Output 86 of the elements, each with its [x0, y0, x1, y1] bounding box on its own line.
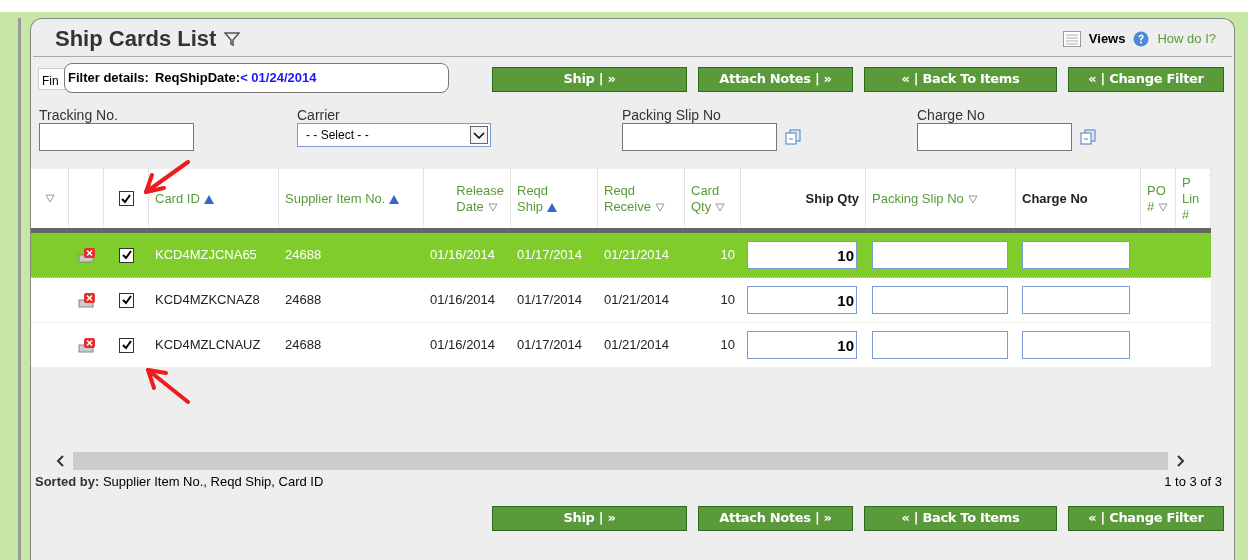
table-cell-text: 01/16/2014 — [430, 291, 496, 310]
ship-qty-field[interactable]: 10 — [747, 241, 857, 269]
action-button[interactable]: « | Back To Items — [864, 505, 1057, 531]
ship-qty-field[interactable]: 10 — [747, 286, 857, 314]
copy-icon[interactable] — [1080, 129, 1096, 145]
sort-descending-icon[interactable] — [654, 202, 665, 212]
filter-triangle-icon[interactable] — [44, 194, 55, 203]
sort-ascending-icon[interactable] — [203, 194, 214, 204]
column-header[interactable]: Release Date — [456, 182, 504, 215]
field-label: Tracking No. — [39, 107, 119, 123]
column-header[interactable]: Packing Slip No — [872, 190, 978, 207]
action-button[interactable]: Ship | » — [492, 505, 687, 531]
column-header[interactable]: Card Qty — [691, 182, 726, 215]
action-button[interactable]: « | Change Filter — [1068, 505, 1224, 531]
table-cell-text: 01/17/2014 — [517, 336, 583, 355]
sorted-by-text: Sorted by: Supplier Item No., Reqd Ship, Card ID — [35, 473, 324, 491]
text-field[interactable] — [39, 123, 194, 151]
packing-slip-field[interactable] — [872, 331, 1008, 359]
action-button[interactable]: Attach Notes | » — [698, 66, 853, 92]
charge-no-field[interactable] — [1022, 331, 1130, 359]
dropdown-caret-icon[interactable] — [470, 126, 488, 144]
sort-descending-icon[interactable] — [715, 202, 726, 212]
packing-slip-field[interactable] — [872, 241, 1008, 269]
sort-descending-icon[interactable] — [1158, 202, 1169, 212]
action-button[interactable]: « | Change Filter — [1068, 66, 1224, 92]
table-cell-text: 01/16/2014 — [430, 336, 496, 355]
delete-icon[interactable] — [77, 247, 96, 263]
views-link[interactable]: Views — [1088, 28, 1126, 49]
pager-text: 1 to 3 of 3 — [1164, 473, 1222, 491]
sort-ascending-icon[interactable] — [389, 194, 400, 204]
table-cell-text: 01/21/2014 — [604, 336, 670, 355]
table-cell-text: 10 — [720, 291, 735, 310]
table-cell-text: KCD4MZJCNA65 — [155, 246, 257, 265]
sort-ascending-icon[interactable] — [547, 202, 558, 212]
field-label: Charge No — [917, 107, 986, 123]
text-field[interactable] — [917, 123, 1072, 151]
page-title: Ship Cards List — [55, 25, 217, 53]
column-header[interactable]: PO # — [1147, 182, 1169, 215]
table-cell-text: 01/21/2014 — [604, 291, 670, 310]
charge-no-field[interactable] — [1022, 241, 1130, 269]
table-cell-text: 01/17/2014 — [517, 246, 583, 265]
action-button[interactable]: « | Back To Items — [864, 66, 1057, 92]
table-row[interactable]: KCD4MZJCNA65 24688 01/16/2014 01/17/2014 01/21/2014 10 10 — [31, 233, 1211, 278]
ship-qty-field[interactable]: 10 — [747, 331, 857, 359]
action-button[interactable]: Ship | » — [492, 66, 687, 92]
carrier-select[interactable]: - - Select - - — [297, 123, 491, 147]
charge-no-field[interactable] — [1022, 286, 1130, 314]
table-cell-text: KCD4MZKCNAZ8 — [155, 291, 260, 310]
scroll-right-icon[interactable] — [1176, 454, 1186, 468]
packing-slip-field[interactable] — [872, 286, 1008, 314]
help-icon[interactable] — [1133, 30, 1150, 47]
table-cell-text: 01/17/2014 — [517, 291, 583, 310]
table-cell-text: 01/16/2014 — [430, 246, 496, 265]
delete-icon[interactable] — [77, 337, 96, 353]
table-cell-text: 24688 — [285, 336, 322, 355]
column-header[interactable]: P Lin # — [1182, 174, 1200, 223]
column-header: Ship Qty — [805, 190, 859, 207]
filter-value: ReqShipDate:< 01/24/2014 — [154, 69, 317, 88]
sort-descending-icon[interactable] — [967, 194, 978, 204]
table-cell-text: 24688 — [285, 291, 322, 310]
checkbox[interactable] — [119, 292, 134, 308]
checkbox[interactable] — [118, 191, 134, 206]
table-cell-text: KCD4MZLCNAUZ — [155, 336, 261, 355]
checkbox[interactable] — [119, 337, 134, 353]
column-header[interactable]: Supplier Item No. — [285, 190, 400, 207]
field-label: Carrier — [297, 107, 341, 123]
filter-icon[interactable] — [224, 30, 241, 47]
table-cell-text: 10 — [720, 336, 735, 355]
column-header: Charge No — [1022, 190, 1088, 207]
list-icon[interactable] — [1062, 30, 1081, 47]
column-header[interactable]: Card ID — [155, 190, 214, 207]
delete-icon[interactable] — [77, 292, 96, 308]
help-link[interactable]: How do I? — [1157, 28, 1216, 49]
checkbox[interactable] — [119, 247, 134, 263]
text-field[interactable] — [622, 123, 777, 151]
column-header[interactable]: Reqd Ship — [517, 182, 558, 215]
column-header[interactable]: Reqd Receive — [604, 182, 665, 215]
sort-descending-icon[interactable] — [487, 202, 498, 212]
scroll-left-icon[interactable] — [55, 454, 65, 468]
field-label: Packing Slip No — [622, 107, 722, 123]
action-button[interactable]: Attach Notes | » — [698, 505, 853, 531]
horizontal-scrollbar[interactable] — [73, 452, 1168, 470]
table-cell-text: 24688 — [285, 246, 322, 265]
table-cell-text: 10 — [720, 246, 735, 265]
copy-icon[interactable] — [785, 129, 801, 145]
table-cell-text: 01/21/2014 — [604, 246, 670, 265]
